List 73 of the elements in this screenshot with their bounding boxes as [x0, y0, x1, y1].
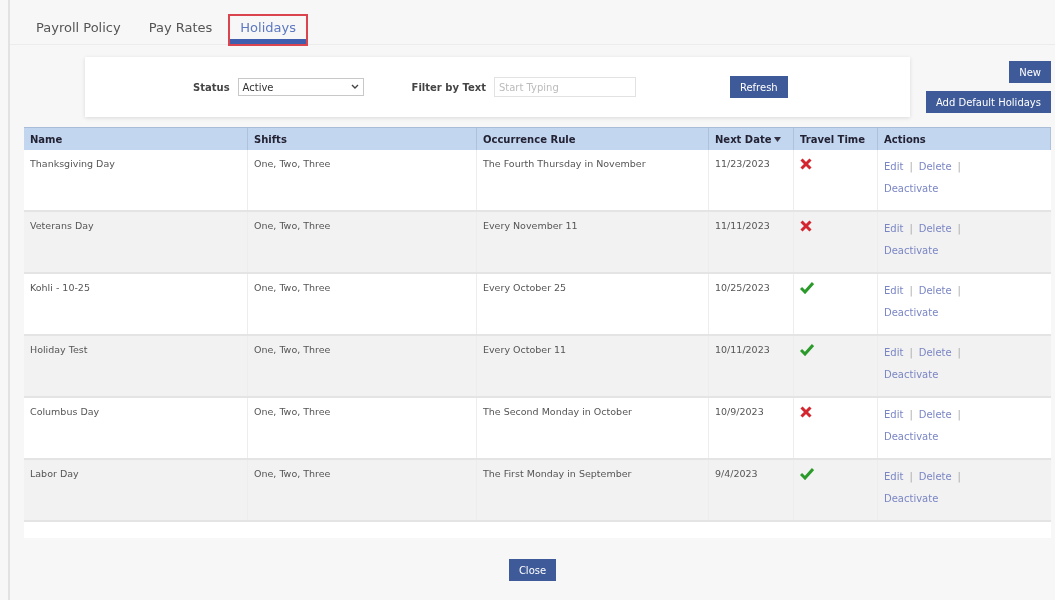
action-link[interactable]: Edit — [884, 220, 904, 242]
table-cell: One, Two, Three — [248, 460, 477, 520]
column-header[interactable]: Name — [30, 133, 63, 145]
action-link[interactable]: Deactivate — [884, 490, 939, 512]
new-button[interactable]: New — [1009, 61, 1051, 83]
table-cell: 10/9/2023 — [709, 398, 794, 458]
table-cell: One, Two, Three — [248, 150, 477, 210]
action-link[interactable]: Deactivate — [884, 366, 939, 388]
table-cell: Columbus Day — [24, 398, 248, 458]
table-cell: Labor Day — [24, 460, 248, 520]
separator: | — [909, 222, 913, 237]
table-cell: Veterans Day — [24, 212, 248, 272]
status-dropdown[interactable]: Active — [237, 78, 364, 96]
separator: | — [957, 160, 961, 175]
tab[interactable]: Holidays — [228, 14, 308, 46]
separator: | — [909, 470, 913, 485]
filter-input[interactable]: Start Typing — [493, 77, 636, 97]
action-link[interactable]: Edit — [884, 468, 904, 490]
filter-label: Filter by Text — [411, 81, 486, 93]
column-header[interactable]: Actions — [884, 133, 926, 145]
action-link[interactable]: Delete — [918, 220, 952, 242]
column-header[interactable]: Next Date — [715, 133, 772, 145]
table-cell: The Fourth Thursday in November — [477, 150, 709, 210]
refresh-button[interactable]: Refresh — [729, 76, 788, 98]
action-link[interactable]: Delete — [918, 158, 952, 180]
table-cell: The First Monday in September — [477, 460, 709, 520]
separator: | — [909, 408, 913, 423]
separator: | — [909, 160, 913, 175]
action-link[interactable]: Deactivate — [884, 242, 939, 264]
sort-caret-icon — [774, 136, 782, 142]
table-cell: Kohli - 10-25 — [24, 274, 248, 334]
action-link[interactable]: Delete — [918, 468, 952, 490]
close-button[interactable]: Close — [508, 559, 557, 581]
action-link[interactable]: Delete — [918, 282, 952, 304]
chevron-down-icon — [350, 84, 359, 90]
action-link[interactable]: Edit — [884, 344, 904, 366]
action-link[interactable]: Edit — [884, 158, 904, 180]
status-label: Status — [193, 81, 230, 93]
separator: | — [957, 222, 961, 237]
table-cell: 11/11/2023 — [709, 212, 794, 272]
table-cell: Holiday Test — [24, 336, 248, 396]
column-header[interactable]: Shifts — [254, 133, 287, 145]
separator: | — [909, 346, 913, 361]
action-link[interactable]: Delete — [918, 344, 952, 366]
table-cell: Thanksgiving Day — [24, 150, 248, 210]
table-cell: 9/4/2023 — [709, 460, 794, 520]
table-cell: One, Two, Three — [248, 274, 477, 334]
separator: | — [957, 284, 961, 299]
table-cell: Every October 11 — [477, 336, 709, 396]
tab[interactable]: Pay Rates — [136, 14, 225, 46]
table-cell: 10/11/2023 — [709, 336, 794, 396]
table-cell: Every November 11 — [477, 212, 709, 272]
action-link[interactable]: Deactivate — [884, 304, 939, 326]
add-default-holidays-button[interactable]: Add Default Holidays — [925, 91, 1051, 113]
separator: | — [957, 408, 961, 423]
table-cell: One, Two, Three — [248, 398, 477, 458]
separator: | — [909, 284, 913, 299]
column-header[interactable]: Occurrence Rule — [483, 133, 576, 145]
separator: | — [957, 470, 961, 485]
action-link[interactable]: Deactivate — [884, 428, 939, 450]
separator: | — [957, 346, 961, 361]
tab[interactable]: Payroll Policy — [24, 14, 133, 46]
action-link[interactable]: Edit — [884, 282, 904, 304]
action-link[interactable]: Deactivate — [884, 180, 939, 202]
table-cell: 11/23/2023 — [709, 150, 794, 210]
column-header[interactable]: Travel Time — [800, 133, 866, 145]
action-link[interactable]: Edit — [884, 406, 904, 428]
table-cell: One, Two, Three — [248, 336, 477, 396]
action-link[interactable]: Delete — [918, 406, 952, 428]
table-cell: One, Two, Three — [248, 212, 477, 272]
table-cell: 10/25/2023 — [709, 274, 794, 334]
table-cell: Every October 25 — [477, 274, 709, 334]
table-cell: The Second Monday in October — [477, 398, 709, 458]
